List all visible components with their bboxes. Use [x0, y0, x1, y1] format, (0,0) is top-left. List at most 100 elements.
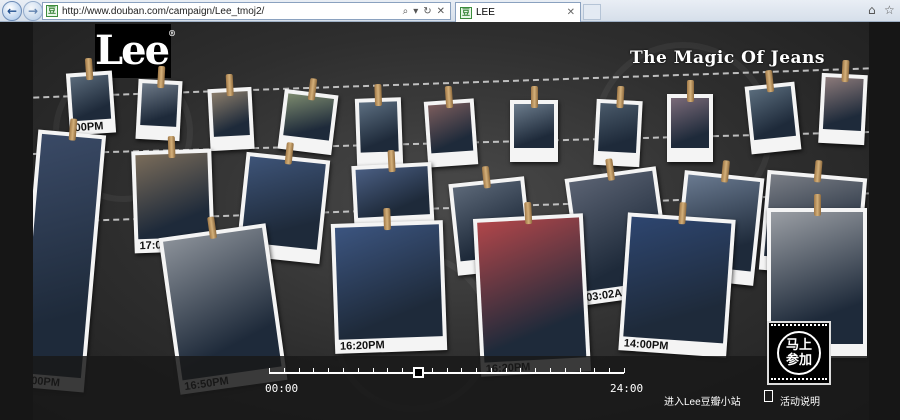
search-icon[interactable]: ⌕	[403, 6, 409, 17]
timeline-tick	[579, 368, 581, 373]
browser-toolbar: ← → 豆 http://www.douban.com/campaign/Lee…	[0, 0, 900, 22]
polaroid-photo[interactable]: 16:20PM	[330, 207, 448, 354]
timeline-tick	[328, 368, 330, 373]
home-icon[interactable]: ⌂	[868, 3, 876, 17]
campaign-tagline: The Magic Of Jeans	[629, 48, 825, 68]
clothespin-icon	[225, 73, 234, 97]
clothespin-icon	[764, 69, 775, 93]
tab-favicon-icon: 豆	[460, 6, 472, 19]
photo-image	[135, 152, 211, 240]
photo-image	[748, 85, 796, 141]
timeline-tick	[313, 368, 315, 373]
polaroid-photo[interactable]: 14:00PM	[618, 201, 736, 358]
polaroid-photo[interactable]	[667, 80, 713, 162]
timeline-tick	[431, 368, 433, 373]
photo-image	[822, 77, 864, 131]
timeline-tick	[535, 368, 537, 373]
dropdown-icon[interactable]: ▾	[413, 6, 418, 17]
favicon-icon: 豆	[46, 5, 58, 17]
back-button[interactable]: ←	[2, 1, 22, 21]
clothespin-icon	[387, 149, 396, 173]
logo-text: Lee	[95, 27, 170, 74]
timeline-tick	[342, 368, 344, 373]
timeline-end-label: 24:00	[610, 382, 644, 395]
tab-close-icon[interactable]: ✕	[567, 7, 575, 18]
timeline-tick	[520, 368, 522, 373]
photo-image	[598, 103, 639, 153]
photo-image	[671, 98, 709, 148]
clothespin-icon	[157, 65, 166, 89]
photo-image	[140, 83, 179, 127]
polaroid-photo[interactable]	[423, 85, 479, 168]
campaign-rules-link[interactable]: 活动说明	[780, 393, 820, 408]
timeline-slider-handle[interactable]	[413, 367, 425, 378]
polaroid-photo[interactable]	[744, 69, 802, 155]
timeline-tick	[476, 368, 478, 373]
bottom-bar	[33, 356, 869, 420]
photo-image	[428, 102, 474, 154]
timeline-tick	[269, 368, 270, 373]
film-strip-top	[771, 324, 827, 328]
new-tab-button[interactable]	[583, 4, 601, 20]
clothespin-icon	[531, 86, 538, 108]
polaroid-photo[interactable]	[593, 85, 643, 168]
enter-lee-site-link[interactable]: 进入Lee豆瓣小站	[664, 393, 741, 408]
campaign-stage: Lee® The Magic Of Jeans 00PM17:08PM03:02…	[33, 22, 869, 420]
clothespin-icon	[481, 165, 492, 189]
tab-title: LEE	[476, 7, 495, 18]
timeline-tick	[609, 368, 611, 373]
photo-image	[623, 216, 732, 344]
timeline-tick	[490, 368, 492, 373]
photo-image	[33, 133, 102, 379]
polaroid-photo[interactable]: 7:00PM	[33, 118, 107, 393]
photo-image	[70, 74, 112, 122]
timeline-start-label: 00:00	[265, 382, 299, 395]
polaroid-photo[interactable]	[135, 65, 183, 142]
clothespin-icon	[841, 59, 850, 83]
clothespin-icon	[814, 194, 821, 216]
refresh-icon[interactable]: ↻	[423, 6, 431, 17]
clothespin-icon	[616, 85, 625, 109]
join-now-button[interactable]: 马上 参加	[767, 321, 831, 385]
join-badge: 马上 参加	[777, 331, 821, 375]
photo-time-label: 16:20PM	[339, 339, 385, 353]
join-label-line1: 马上	[785, 338, 812, 353]
stop-icon[interactable]: ✕	[437, 6, 445, 17]
clothespin-icon	[84, 57, 94, 81]
polaroid-photo[interactable]	[818, 59, 868, 146]
address-bar[interactable]: 豆 http://www.douban.com/campaign/Lee_tmo…	[42, 2, 451, 20]
photo-image	[334, 224, 443, 340]
forward-button[interactable]: →	[23, 1, 43, 21]
timeline-tick	[550, 368, 552, 373]
photo-time-label: 14:00PM	[623, 337, 669, 353]
page-content: Lee® The Magic Of Jeans 00PM17:08PM03:02…	[0, 22, 900, 420]
timeline-tick	[298, 368, 300, 373]
photo-image	[211, 91, 250, 137]
photo-image	[477, 217, 587, 363]
clothespin-icon	[167, 135, 176, 159]
timeline-tick	[594, 368, 596, 373]
polaroid-photo[interactable]	[510, 86, 558, 162]
photo-image	[355, 166, 430, 218]
photo-image	[283, 93, 334, 141]
photo-image	[358, 101, 399, 153]
clothespin-icon	[524, 201, 533, 225]
clothespin-icon	[444, 85, 454, 109]
browser-tab[interactable]: 豆 LEE ✕	[455, 2, 581, 22]
timeline-tick	[564, 368, 566, 373]
polaroid-photo[interactable]: 16:20PM	[472, 201, 592, 377]
film-strip-bottom	[771, 378, 827, 382]
favorites-star-icon[interactable]: ☆	[884, 3, 895, 17]
polaroid-photo[interactable]	[207, 73, 255, 152]
timeline-tick	[357, 368, 359, 373]
clothespin-icon	[383, 207, 392, 231]
polaroid-photo[interactable]	[354, 83, 404, 167]
timeline-tick	[624, 368, 625, 373]
timeline-tick	[372, 368, 374, 373]
timeline-tick	[461, 368, 463, 373]
timeline-tick	[283, 368, 285, 373]
registered-mark: ®	[168, 28, 176, 38]
clothespin-icon	[374, 83, 383, 107]
timeline-tick	[402, 368, 404, 373]
url-text[interactable]: http://www.douban.com/campaign/Lee_tmoj2…	[62, 6, 403, 17]
